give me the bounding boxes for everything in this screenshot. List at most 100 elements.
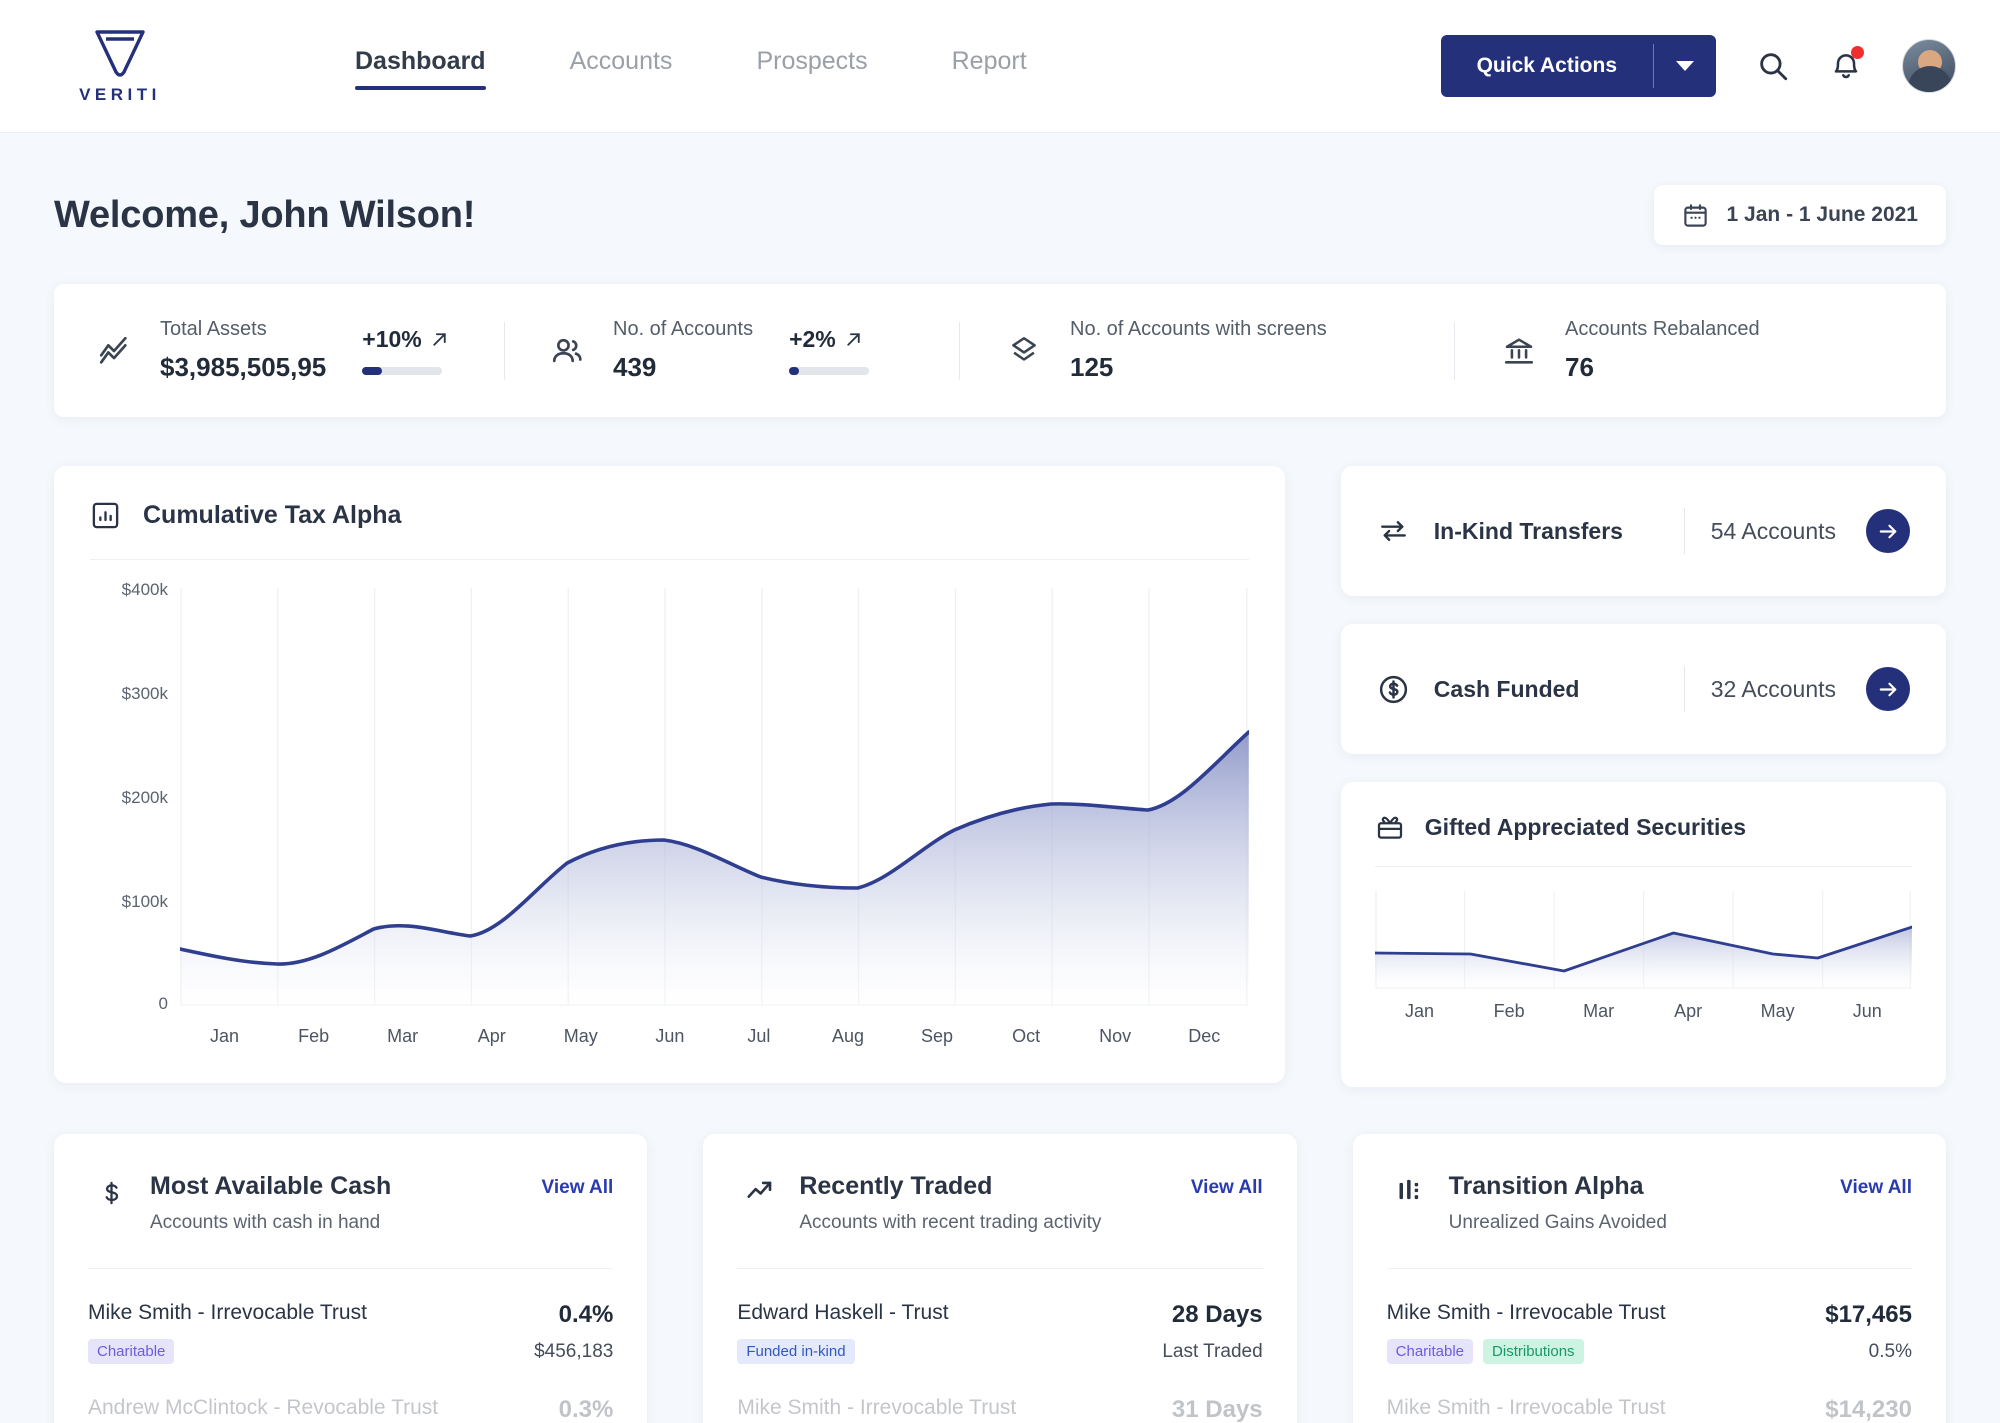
nav-item-prospects[interactable]: Prospects xyxy=(756,47,867,85)
mini-card-title: Cash Funded xyxy=(1433,675,1580,702)
search-icon xyxy=(1760,53,1788,81)
arrow-up-right-icon xyxy=(847,333,860,346)
bar-chart-icon xyxy=(92,502,119,529)
stat-accounts-rebalanced: Accounts Rebalanced 76 xyxy=(1455,284,1760,417)
list-item-subvalue: $456,183 xyxy=(534,1341,614,1362)
nav-item-dashboard[interactable]: Dashboard xyxy=(355,47,486,90)
list-card-header: Recently Traded Accounts with recent tra… xyxy=(737,1172,1263,1234)
quick-actions-label: Quick Actions xyxy=(1476,54,1617,77)
status-badge: Distributions xyxy=(1483,1339,1584,1364)
list-card-subtitle: Accounts with cash in hand xyxy=(150,1212,381,1233)
list-item[interactable]: Mike Smith - Irrevocable Trust Charitabl… xyxy=(1386,1269,1912,1364)
user-avatar[interactable] xyxy=(1902,39,1956,93)
cash-funded-go-button[interactable] xyxy=(1866,667,1910,711)
nav-item-accounts[interactable]: Accounts xyxy=(570,47,673,85)
gift-icon xyxy=(1377,816,1402,839)
list-item-subvalue: 0.5% xyxy=(1868,1341,1912,1362)
list-card-header: Transition Alpha Unrealized Gains Avoide… xyxy=(1387,1172,1912,1234)
list-item-name: Mike Smith - Irrevocable Trust xyxy=(1386,1301,1666,1324)
mini-card-divider xyxy=(1683,508,1685,554)
view-all-link[interactable]: View All xyxy=(1840,1172,1912,1199)
list-item[interactable]: Mike Smith - Irrevocable Trust 31 Days xyxy=(737,1364,1262,1423)
x-tick: Mar xyxy=(1583,1001,1615,1021)
list-item-tags: Funded in-kind xyxy=(737,1339,948,1364)
stat-delta: +10% xyxy=(362,326,449,375)
mini-card-divider xyxy=(1683,666,1685,712)
in-kind-transfers-go-button[interactable] xyxy=(1866,509,1910,553)
brand-logo[interactable]: VERITI xyxy=(40,28,200,105)
x-tick: Feb xyxy=(298,1026,330,1046)
quick-actions-button[interactable]: Quick Actions xyxy=(1440,35,1716,97)
list-item-name: Andrew McClintock - Revocable Trust xyxy=(88,1396,439,1419)
date-range-picker[interactable]: 1 Jan - 1 June 2021 xyxy=(1653,185,1946,245)
main-nav: Dashboard Accounts Prospects Report xyxy=(355,0,1111,132)
list-item-value: $17,465 xyxy=(1825,1301,1912,1328)
x-tick: Aug xyxy=(831,1026,864,1046)
chart-title: Cumulative Tax Alpha xyxy=(143,501,402,529)
transfer-arrows-icon xyxy=(1380,521,1406,541)
list-item[interactable]: Andrew McClintock - Revocable Trust 0.3% xyxy=(88,1364,613,1423)
list-item-subvalue: Last Traded xyxy=(1162,1341,1263,1362)
y-tick: $100k xyxy=(121,892,168,911)
view-all-link[interactable]: View All xyxy=(542,1172,614,1199)
x-tick: Feb xyxy=(1493,1001,1525,1021)
bank-icon xyxy=(1499,334,1539,368)
y-tick: $400k xyxy=(121,580,168,599)
status-badge: Charitable xyxy=(1386,1339,1474,1364)
x-tick: Jan xyxy=(1405,1001,1435,1021)
list-card-text: Most Available Cash Accounts with cash i… xyxy=(150,1172,391,1234)
list-item-name: Edward Haskell - Trust xyxy=(737,1301,949,1324)
list-card-title: Transition Alpha xyxy=(1448,1172,1644,1200)
mid-section: Cumulative Tax Alpha $400k $300k $200k $… xyxy=(54,466,1946,1087)
gifted-area-svg xyxy=(1373,891,1914,989)
trend-line-icon xyxy=(94,334,134,368)
arrow-up-right-icon xyxy=(433,333,446,346)
chart-y-axis: $400k $300k $200k $100k 0 xyxy=(90,580,168,1013)
stat-accounts-with-screens: No. of Accounts with screens 125 xyxy=(960,284,1454,417)
view-all-link[interactable]: View All xyxy=(1191,1172,1263,1199)
list-item-metrics: $14,230 xyxy=(1825,1396,1912,1423)
notification-badge xyxy=(1851,46,1864,59)
list-item-value: 0.3% xyxy=(558,1396,614,1423)
list-item-tags: Charitable Distributions xyxy=(1386,1339,1666,1364)
arrow-right-icon xyxy=(1879,682,1896,696)
list-item[interactable]: Mike Smith - Irrevocable Trust $14,230 xyxy=(1387,1364,1912,1423)
stat-label: Total Assets xyxy=(160,318,267,340)
nav-item-report[interactable]: Report xyxy=(952,47,1027,85)
dollar-circle-icon xyxy=(1379,675,1407,703)
notifications-button[interactable] xyxy=(1830,46,1864,83)
stat-delta-text: +10% xyxy=(362,326,422,352)
welcome-row: Welcome, John Wilson! 1 Jan - 1 June 202… xyxy=(54,185,1946,245)
list-item[interactable]: Edward Haskell - Trust Funded in-kind 28… xyxy=(737,1269,1263,1364)
x-tick: Apr xyxy=(477,1026,506,1046)
chevron-down-icon xyxy=(1676,61,1694,71)
x-tick: Mar xyxy=(387,1026,419,1046)
list-item-metrics: $17,465 0.5% xyxy=(1825,1301,1912,1363)
veriti-v-icon xyxy=(95,29,145,77)
list-item-metrics: 31 Days xyxy=(1172,1396,1263,1423)
list-item-name: Mike Smith - Irrevocable Trust xyxy=(1386,1396,1666,1419)
x-tick: Jun xyxy=(655,1026,685,1046)
cash-funded-card[interactable]: Cash Funded 32 Accounts xyxy=(1340,624,1946,754)
list-item[interactable]: Mike Smith - Irrevocable Trust Charitabl… xyxy=(88,1269,613,1364)
recently-traded-card: Recently Traded Accounts with recent tra… xyxy=(703,1134,1297,1423)
status-badge: Charitable xyxy=(88,1339,175,1364)
list-card-title: Most Available Cash xyxy=(150,1172,392,1200)
stat-label: Accounts Rebalanced xyxy=(1565,318,1760,340)
search-button[interactable] xyxy=(1756,49,1790,83)
dollar-sign-icon xyxy=(88,1172,134,1210)
date-range-label: 1 Jan - 1 June 2021 xyxy=(1726,203,1918,226)
gifted-chart-x-axis: Jan Feb Mar Apr May Jun xyxy=(1375,1001,1912,1022)
stats-bar: Total Assets $3,985,505,95 +10% No. of A… xyxy=(54,284,1946,417)
list-item-metrics: 28 Days Last Traded xyxy=(1162,1301,1262,1363)
x-tick: Apr xyxy=(1674,1001,1703,1021)
x-tick: Sep xyxy=(921,1026,954,1046)
in-kind-transfers-card[interactable]: In-Kind Transfers 54 Accounts xyxy=(1340,466,1946,596)
stat-value: 125 xyxy=(1070,352,1114,382)
y-tick: $200k xyxy=(121,788,168,807)
stat-value: $3,985,505,95 xyxy=(160,352,327,382)
list-item-value: 31 Days xyxy=(1171,1396,1263,1423)
quick-actions-dropdown[interactable] xyxy=(1654,35,1716,97)
chart-plot: $400k $300k $200k $100k 0 Jan Feb Mar Ap… xyxy=(90,580,1251,1046)
x-tick: Jun xyxy=(1852,1001,1882,1021)
